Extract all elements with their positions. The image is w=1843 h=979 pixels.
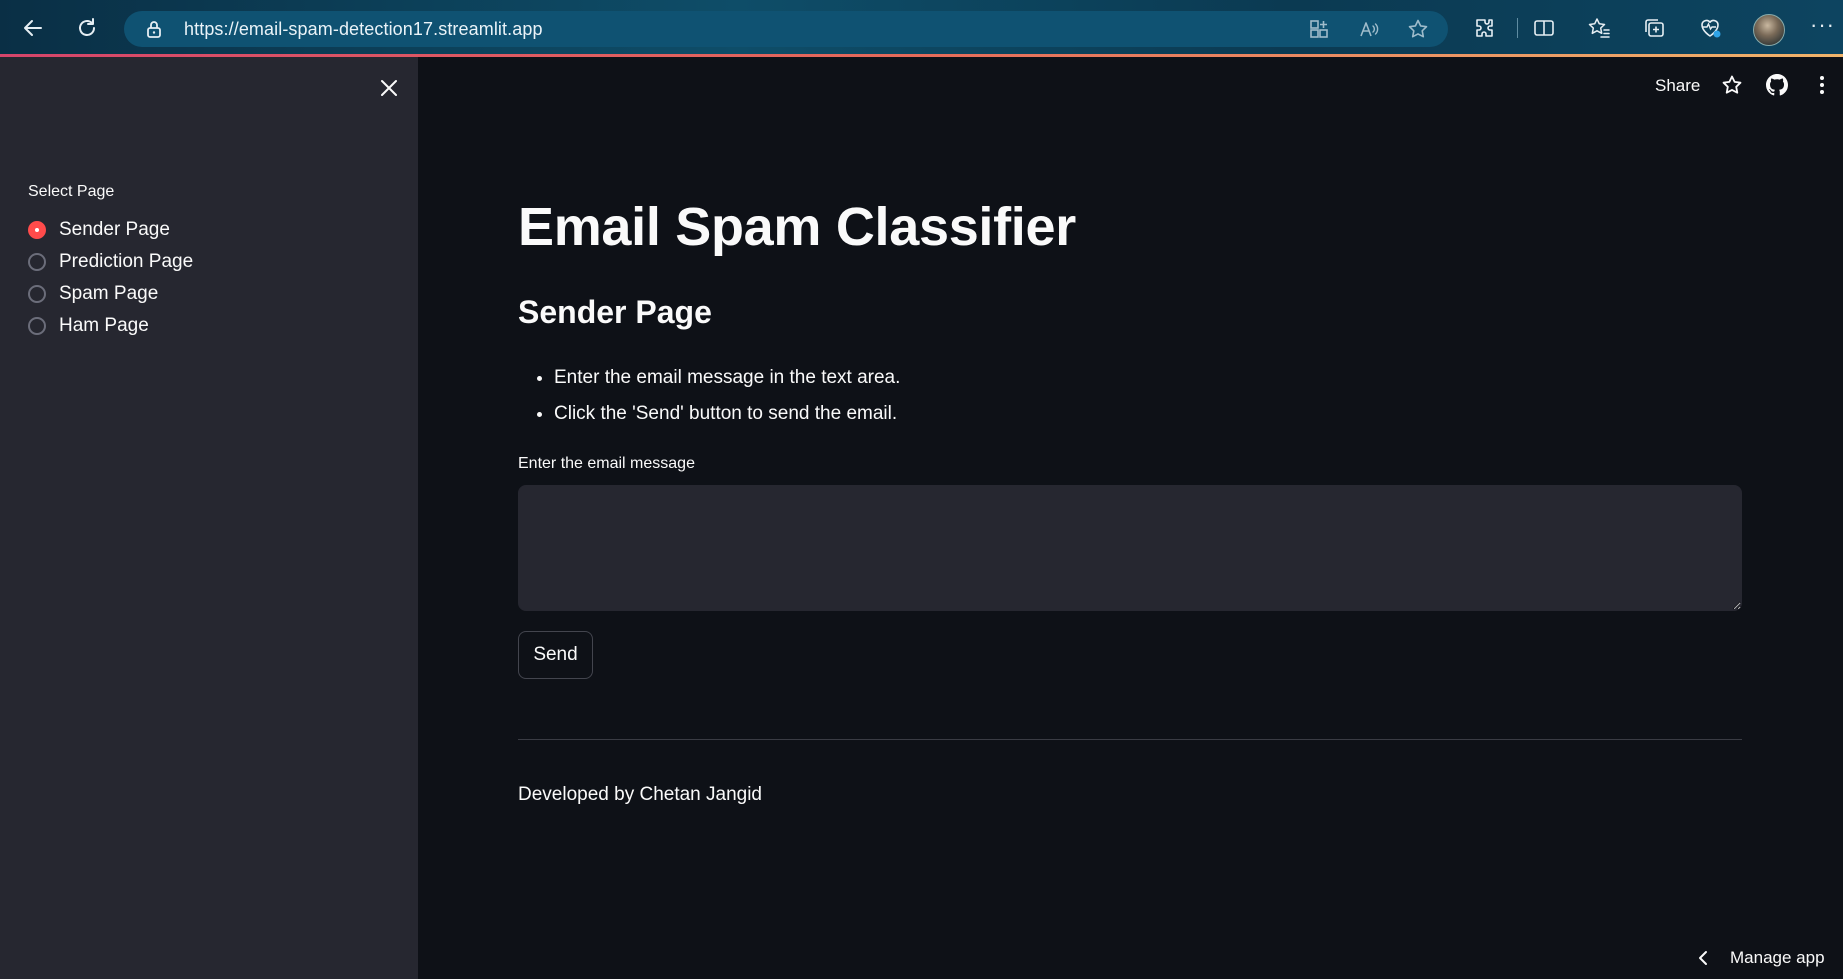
list-item: Enter the email message in the text area… — [554, 364, 900, 400]
radio-selected-icon[interactable] — [28, 221, 46, 239]
browser-essentials-button[interactable] — [1696, 14, 1724, 42]
radio-unselected-icon[interactable] — [28, 285, 46, 303]
radio-label: Sender Page — [59, 219, 170, 240]
heart-pulse-icon — [1701, 19, 1721, 38]
email-message-textarea[interactable] — [518, 485, 1742, 611]
back-button[interactable] — [17, 12, 49, 44]
radio-unselected-icon[interactable] — [28, 317, 46, 335]
manage-app-button[interactable]: Manage app — [1694, 948, 1825, 968]
favorites-icon — [1588, 18, 1610, 38]
radio-label: Spam Page — [59, 283, 159, 304]
send-button[interactable]: Send — [518, 631, 593, 679]
page-subtitle: Sender Page — [518, 294, 712, 330]
radio-label: Ham Page — [59, 315, 149, 336]
url-text: https://email-spam-detection17.streamlit… — [184, 19, 543, 39]
radio-option-ham-page[interactable]: Ham Page — [28, 312, 149, 340]
collections-icon — [1645, 19, 1664, 37]
divider — [518, 739, 1742, 740]
back-arrow-icon — [24, 20, 42, 36]
manage-app-label: Manage app — [1730, 948, 1825, 967]
radio-option-spam-page[interactable]: Spam Page — [28, 280, 158, 308]
favorites-button[interactable] — [1585, 14, 1613, 42]
browser-toolbar: https://email-spam-detection17.streamlit… — [0, 0, 1843, 54]
message-label: Enter the email message — [518, 455, 695, 472]
favorite-star-icon[interactable] — [1407, 18, 1429, 40]
puzzle-icon — [1476, 19, 1493, 37]
split-screen-icon — [1534, 20, 1554, 36]
chevron-left-icon — [1699, 951, 1707, 965]
page-title: Email Spam Classifier — [518, 197, 1076, 257]
close-icon[interactable] — [378, 77, 400, 99]
kebab-menu-icon[interactable] — [1812, 74, 1832, 96]
refresh-icon — [79, 18, 95, 36]
radio-option-prediction-page[interactable]: Prediction Page — [28, 248, 193, 276]
profile-avatar[interactable] — [1753, 14, 1785, 46]
select-page-label: Select Page — [28, 183, 115, 200]
lock-icon — [147, 21, 161, 38]
split-screen-button[interactable] — [1530, 14, 1558, 42]
app-grid-icon[interactable] — [1308, 18, 1330, 40]
footer-credit: Developed by Chetan Jangid — [518, 784, 763, 805]
instructions-list: Enter the email message in the text area… — [518, 364, 900, 436]
list-item: Click the 'Send' button to send the emai… — [554, 400, 900, 436]
extensions-button[interactable] — [1471, 14, 1499, 42]
github-icon[interactable] — [1766, 74, 1788, 96]
radio-unselected-icon[interactable] — [28, 253, 46, 271]
address-bar[interactable]: https://email-spam-detection17.streamlit… — [124, 11, 1448, 47]
radio-label: Prediction Page — [59, 251, 194, 272]
refresh-button[interactable] — [71, 12, 103, 44]
radio-option-sender-page[interactable]: Sender Page — [28, 216, 170, 244]
share-button[interactable]: Share — [1655, 76, 1700, 96]
read-aloud-icon[interactable] — [1358, 18, 1380, 40]
sidebar: Select Page Sender Page Prediction Page … — [0, 57, 418, 979]
toolbar-divider — [1517, 18, 1518, 38]
star-icon[interactable] — [1721, 74, 1743, 96]
collections-button[interactable] — [1640, 14, 1668, 42]
browser-more-icon[interactable]: ··· — [1810, 12, 1835, 38]
